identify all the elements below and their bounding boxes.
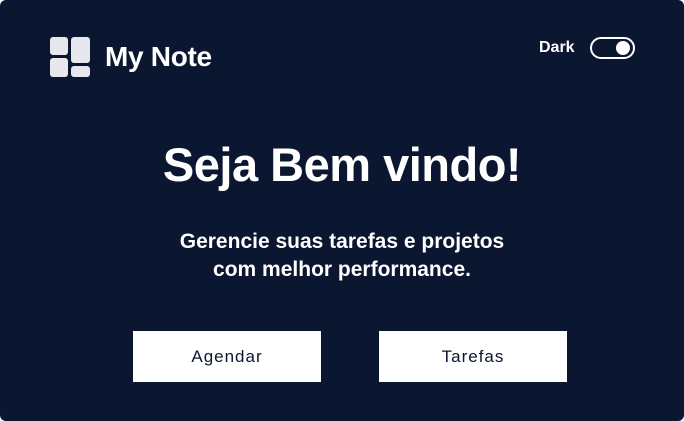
theme-label: Dark bbox=[539, 39, 575, 56]
app-title: My Note bbox=[105, 41, 212, 72]
tarefas-button[interactable]: Tarefas bbox=[379, 331, 567, 382]
grid-blocks-icon bbox=[50, 37, 90, 77]
dark-mode-toggle[interactable] bbox=[589, 37, 635, 59]
welcome-headline: Seja Bem vindo! bbox=[162, 138, 522, 191]
logo-block bbox=[71, 66, 90, 77]
theme-switcher: Dark bbox=[539, 36, 635, 60]
logo-block bbox=[71, 37, 90, 63]
app-window: My Note Dark Seja Bem vindo! Gerencie su… bbox=[0, 0, 684, 421]
welcome-subtitle: Gerencie suas tarefas e projetos com mel… bbox=[0, 228, 684, 284]
brand: My Note bbox=[50, 37, 212, 77]
logo-block bbox=[50, 37, 68, 55]
agendar-button[interactable]: Agendar bbox=[133, 331, 321, 382]
subtitle-line: com melhor performance. bbox=[213, 258, 471, 281]
logo-block bbox=[50, 58, 68, 77]
toggle-knob bbox=[615, 41, 630, 55]
subtitle-line: Gerencie suas tarefas e projetos bbox=[179, 230, 505, 253]
